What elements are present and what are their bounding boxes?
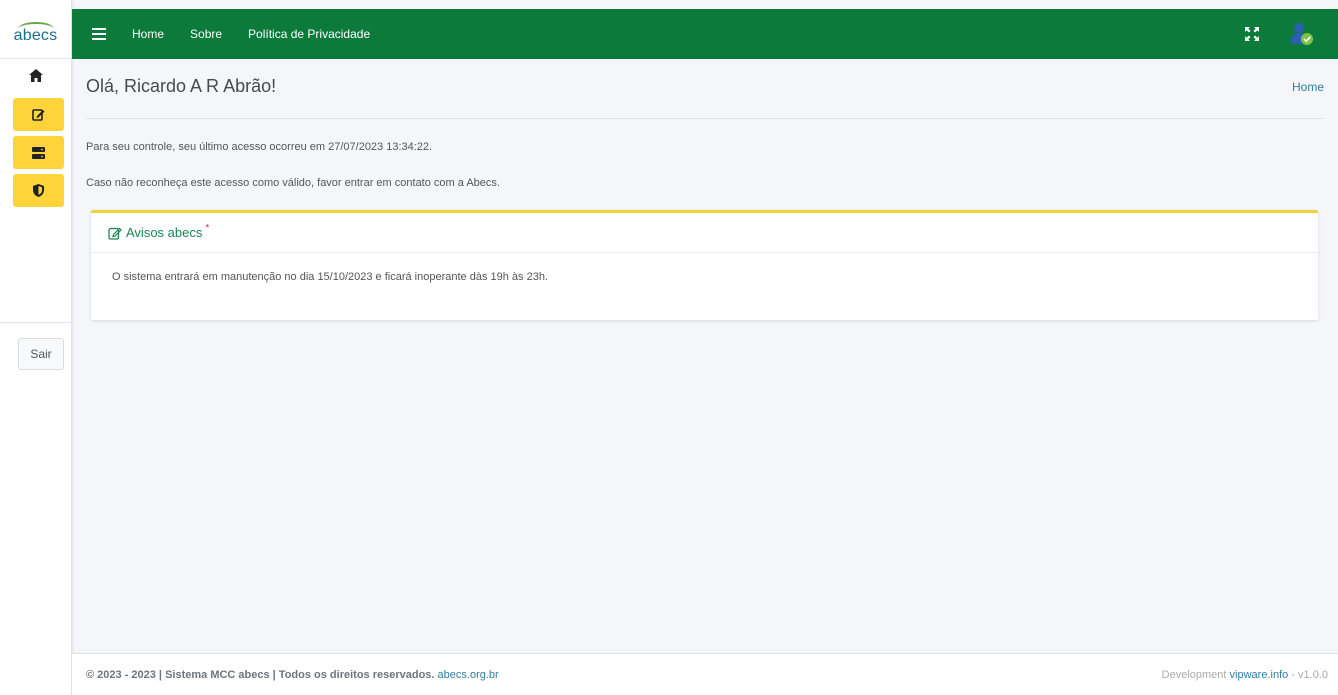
main-content: Olá, Ricardo A R Abrão! Home Para seu co… (72, 59, 1338, 653)
server-icon (32, 146, 45, 159)
dev-label: Development (1161, 668, 1227, 681)
required-mark: * (205, 223, 210, 234)
sidebar-item-home[interactable] (0, 63, 72, 87)
nav-link-home[interactable]: Home (132, 27, 164, 41)
logout-button[interactable]: Sair (18, 338, 64, 370)
top-navbar: Home Sobre Política de Privacidade (72, 9, 1338, 59)
edit-icon (108, 227, 122, 240)
edit-icon (32, 109, 45, 121)
shield-icon (33, 184, 44, 197)
version-text: - v1.0.0 (1291, 668, 1328, 681)
page-title: Olá, Ricardo A R Abrão! (86, 76, 277, 96)
logo-arc (18, 22, 54, 36)
notices-card: Avisos abecs * O sistema entrará em manu… (91, 210, 1318, 320)
expand-icon[interactable] (1244, 26, 1260, 42)
brand-logo[interactable]: abecs (0, 0, 71, 59)
menu-icon[interactable] (92, 28, 106, 40)
security-warning-text: Caso não reconheça este acesso como váli… (86, 177, 500, 189)
sidebar: abecs Sair (0, 0, 72, 695)
last-access-text: Para seu controle, seu último acesso oco… (86, 141, 433, 153)
dev-link[interactable]: vipware.info (1230, 669, 1289, 681)
footer: © 2023 - 2023 | Sistema MCC abecs | Todo… (72, 653, 1338, 695)
footer-site-link[interactable]: abecs.org.br (438, 669, 499, 681)
notices-title: Avisos abecs (126, 225, 203, 240)
footer-copyright: © 2023 - 2023 | Sistema MCC abecs | Todo… (86, 669, 499, 681)
home-icon (29, 68, 43, 82)
notices-body: O sistema entrará em manutenção no dia 1… (112, 271, 549, 283)
user-avatar[interactable] (1288, 20, 1316, 48)
sidebar-item-privacy[interactable] (13, 174, 64, 207)
notices-card-header: Avisos abecs * (91, 213, 1318, 253)
sidebar-item-server[interactable] (13, 136, 64, 169)
topbar-right (1244, 20, 1316, 48)
sidebar-divider (0, 322, 72, 323)
footer-credits: Development vipware.info - v1.0.0 (1162, 669, 1328, 681)
copyright-text: © 2023 - 2023 | Sistema MCC abecs | Todo… (86, 668, 435, 681)
sidebar-item-edit[interactable] (13, 98, 64, 131)
breadcrumb-home[interactable]: Home (1292, 80, 1324, 94)
divider (86, 118, 1324, 119)
nav-link-privacy[interactable]: Política de Privacidade (248, 27, 370, 41)
nav-link-sobre[interactable]: Sobre (190, 27, 222, 41)
